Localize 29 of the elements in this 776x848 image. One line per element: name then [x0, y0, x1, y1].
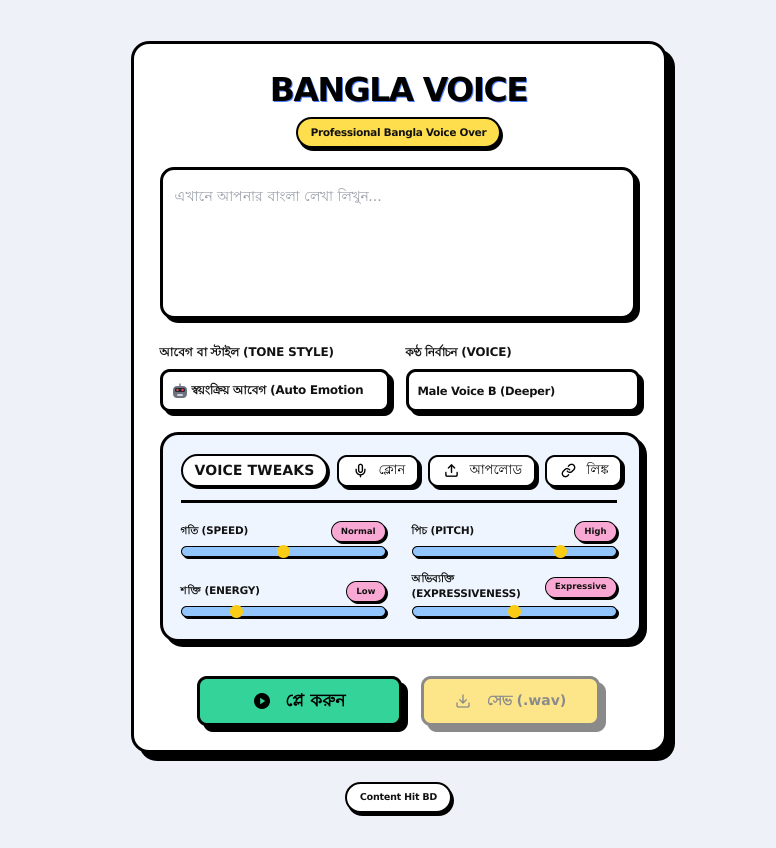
- slider-thumb[interactable]: [508, 605, 520, 618]
- field-label: আবেগ বা স্টাইল (TONE STYLE): [160, 343, 335, 361]
- play-icon: [254, 693, 270, 709]
- slider-track[interactable]: [412, 606, 616, 617]
- slider-label: গতি (SPEED): [180, 524, 248, 539]
- download-icon: [454, 693, 471, 709]
- text-input-area[interactable]: এখানে আপনার বাংলা লেখা লিখুন...: [160, 167, 636, 319]
- link-icon: [561, 463, 576, 478]
- slider-label: শক্তি (ENERGY): [180, 584, 260, 599]
- slider-thumb[interactable]: [554, 545, 568, 558]
- field-label: কণ্ঠ নির্বাচন (VOICE): [406, 343, 513, 361]
- slider-track[interactable]: [180, 606, 386, 617]
- slider-value-badge: Low: [346, 581, 386, 602]
- slider-track[interactable]: [412, 546, 616, 557]
- robot-face-icon: [172, 382, 188, 398]
- slider-value-badge: High: [574, 521, 616, 542]
- slider-label: অভিব্যক্তি (EXPRESSIVENESS): [412, 572, 522, 602]
- tweaks-title: VOICE TWEAKS: [180, 454, 328, 487]
- app-title: BANGLA VOICE: [270, 69, 528, 111]
- upload-icon: [444, 463, 460, 478]
- microphone-icon: [353, 463, 368, 478]
- credit-badge: Content Hit BD: [344, 782, 452, 813]
- slider-thumb[interactable]: [230, 605, 243, 618]
- slider-track[interactable]: [180, 546, 386, 557]
- slider-thumb[interactable]: [276, 545, 290, 558]
- slider-value-badge: Normal: [330, 521, 386, 542]
- subtitle-badge: Professional Bangla Voice Over: [296, 117, 502, 148]
- slider-value-badge: Expressive: [544, 576, 616, 598]
- slider-label: পিচ (PITCH): [412, 524, 474, 539]
